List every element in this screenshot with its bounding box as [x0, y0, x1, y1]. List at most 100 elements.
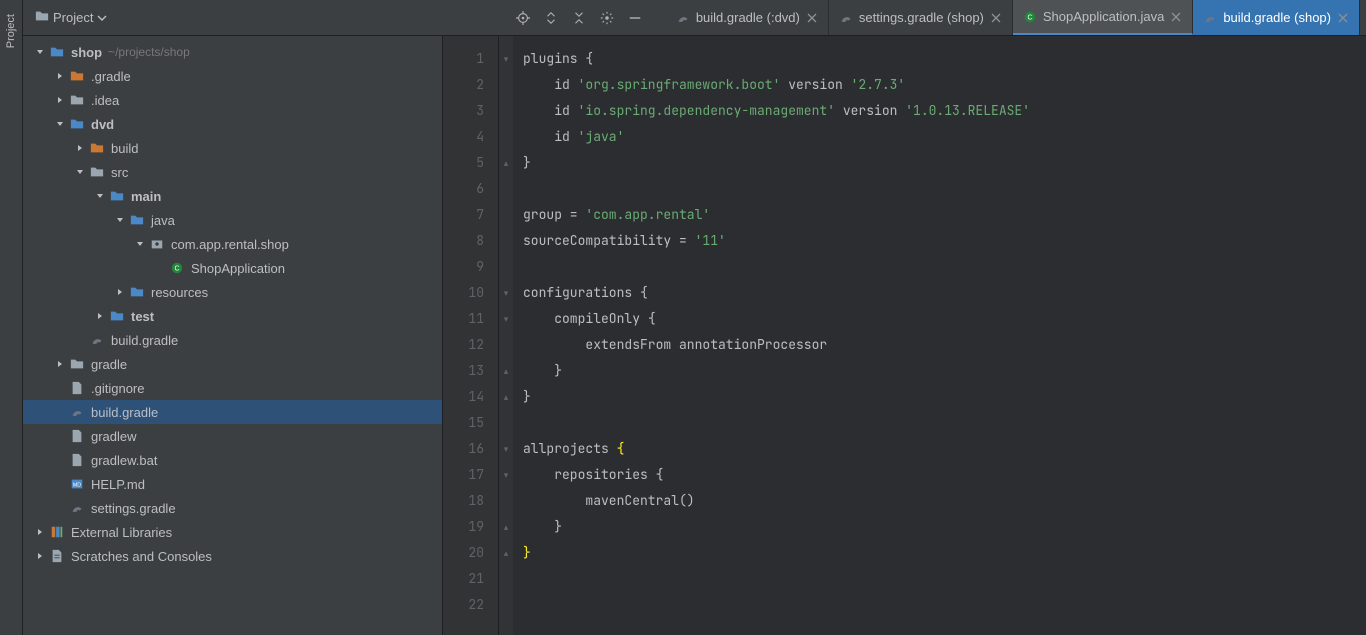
tree-node[interactable]: build.gradle	[23, 328, 442, 352]
node-label: HELP.md	[91, 477, 145, 492]
tree-arrow-icon[interactable]	[73, 333, 87, 347]
editor-tab[interactable]: build.gradle (shop)	[1193, 0, 1360, 35]
tree-node[interactable]: test	[23, 304, 442, 328]
tree-arrow-icon[interactable]	[53, 453, 67, 467]
code-line[interactable]: }	[523, 514, 1366, 540]
tree-node[interactable]: main	[23, 184, 442, 208]
editor-tab[interactable]: settings.gradle (shop)	[829, 0, 1013, 35]
node-path: ~/projects/shop	[108, 45, 190, 59]
close-icon[interactable]	[1170, 11, 1182, 23]
tree-arrow-icon[interactable]	[113, 285, 127, 299]
tree-arrow-icon[interactable]	[53, 477, 67, 491]
editor-tab[interactable]: CShopApplication.java	[1013, 0, 1193, 35]
tree-node[interactable]: gradlew	[23, 424, 442, 448]
tree-node[interactable]: gradlew.bat	[23, 448, 442, 472]
close-icon[interactable]	[1337, 12, 1349, 24]
code-line[interactable]: }	[523, 358, 1366, 384]
tree-node[interactable]: build.gradle	[23, 400, 442, 424]
node-icon	[109, 188, 125, 204]
code-line[interactable]: group = 'com.app.rental'	[523, 202, 1366, 228]
line-number: 2	[443, 72, 484, 98]
code-line[interactable]: compileOnly {	[523, 306, 1366, 332]
tree-node[interactable]: .gradle	[23, 64, 442, 88]
line-number: 10	[443, 280, 484, 306]
tree-node[interactable]: dvd	[23, 112, 442, 136]
tree-arrow-icon[interactable]	[33, 549, 47, 563]
code-line[interactable]	[523, 176, 1366, 202]
code-line[interactable]: allprojects {	[523, 436, 1366, 462]
tree-arrow-icon[interactable]	[133, 237, 147, 251]
tree-node[interactable]: .gitignore	[23, 376, 442, 400]
tree-arrow-icon[interactable]	[33, 45, 47, 59]
node-label: shop	[71, 45, 102, 60]
tree-node[interactable]: shop ~/projects/shop	[23, 40, 442, 64]
project-view-dropdown[interactable]: Project	[29, 7, 113, 28]
tree-arrow-icon[interactable]	[73, 141, 87, 155]
tree-node[interactable]: Scratches and Consoles	[23, 544, 442, 568]
code-line[interactable]: }	[523, 540, 1366, 566]
node-icon	[69, 500, 85, 516]
code-line[interactable]: }	[523, 384, 1366, 410]
tree-node[interactable]: gradle	[23, 352, 442, 376]
tree-node[interactable]: resources	[23, 280, 442, 304]
code-line[interactable]: extendsFrom annotationProcessor	[523, 332, 1366, 358]
code-line[interactable]: id 'io.spring.dependency-management' ver…	[523, 98, 1366, 124]
node-label: .idea	[91, 93, 119, 108]
code-line[interactable]: id 'org.springframework.boot' version '2…	[523, 72, 1366, 98]
tree-arrow-icon[interactable]	[53, 357, 67, 371]
code-line[interactable]: configurations {	[523, 280, 1366, 306]
code-area[interactable]: plugins { id 'org.springframework.boot' …	[513, 36, 1366, 635]
node-label: settings.gradle	[91, 501, 176, 516]
node-icon	[129, 212, 145, 228]
tree-arrow-icon[interactable]	[93, 189, 107, 203]
editor-pane[interactable]: 12345678910111213141516171819202122 ▾ ▴ …	[443, 36, 1366, 635]
code-line[interactable]	[523, 254, 1366, 280]
collapse-all-icon[interactable]	[568, 7, 590, 29]
tree-node[interactable]: External Libraries	[23, 520, 442, 544]
tree-arrow-icon[interactable]	[53, 501, 67, 515]
tree-node[interactable]: com.app.rental.shop	[23, 232, 442, 256]
tree-arrow-icon[interactable]	[73, 165, 87, 179]
node-label: ShopApplication	[191, 261, 285, 276]
editor-tabs: build.gradle (:dvd)settings.gradle (shop…	[666, 0, 1360, 35]
code-line[interactable]: sourceCompatibility = '11'	[523, 228, 1366, 254]
tree-arrow-icon[interactable]	[33, 525, 47, 539]
tree-arrow-icon[interactable]	[53, 69, 67, 83]
tree-arrow-icon[interactable]	[53, 429, 67, 443]
tree-arrow-icon[interactable]	[53, 117, 67, 131]
node-label: gradlew.bat	[91, 453, 158, 468]
tree-arrow-icon[interactable]	[153, 261, 167, 275]
close-icon[interactable]	[990, 12, 1002, 24]
tree-node[interactable]: MDHELP.md	[23, 472, 442, 496]
tree-node[interactable]: .idea	[23, 88, 442, 112]
tree-arrow-icon[interactable]	[53, 381, 67, 395]
code-line[interactable]	[523, 410, 1366, 436]
locate-icon[interactable]	[512, 7, 534, 29]
expand-all-icon[interactable]	[540, 7, 562, 29]
code-line[interactable]: }	[523, 150, 1366, 176]
code-line[interactable]	[523, 566, 1366, 592]
code-line[interactable]: repositories {	[523, 462, 1366, 488]
close-icon[interactable]	[806, 12, 818, 24]
line-number: 6	[443, 176, 484, 202]
tree-arrow-icon[interactable]	[93, 309, 107, 323]
tree-node[interactable]: settings.gradle	[23, 496, 442, 520]
node-label: java	[151, 213, 175, 228]
tree-arrow-icon[interactable]	[53, 93, 67, 107]
tree-node[interactable]: build	[23, 136, 442, 160]
tree-arrow-icon[interactable]	[53, 405, 67, 419]
project-tree[interactable]: shop~/projects/shop.gradle.ideadvdbuilds…	[23, 36, 443, 635]
code-line[interactable]: id 'java'	[523, 124, 1366, 150]
code-line[interactable]: mavenCentral()	[523, 488, 1366, 514]
code-line[interactable]	[523, 592, 1366, 618]
tree-node[interactable]: CShopApplication	[23, 256, 442, 280]
code-line[interactable]: plugins {	[523, 46, 1366, 72]
tree-arrow-icon[interactable]	[113, 213, 127, 227]
hide-icon[interactable]	[624, 7, 646, 29]
tree-node[interactable]: src	[23, 160, 442, 184]
tree-node[interactable]: java	[23, 208, 442, 232]
settings-icon[interactable]	[596, 7, 618, 29]
rail-project[interactable]: Project	[3, 8, 19, 54]
node-label: dvd	[91, 117, 114, 132]
editor-tab[interactable]: build.gradle (:dvd)	[666, 0, 829, 35]
